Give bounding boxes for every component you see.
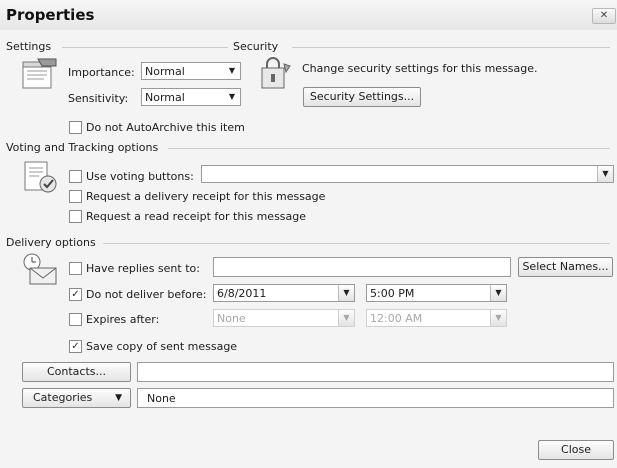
- importance-select[interactable]: Normal ▼: [141, 62, 241, 80]
- do-not-deliver-checkbox[interactable]: ✓: [69, 288, 82, 301]
- delivery-heading: Delivery options: [6, 236, 96, 249]
- sensitivity-select[interactable]: Normal ▼: [141, 88, 241, 106]
- chevron-down-icon: ▼: [597, 166, 613, 182]
- settings-divider: [62, 47, 228, 48]
- have-replies-checkbox[interactable]: [69, 262, 82, 275]
- do-not-deliver-label: Do not deliver before:: [86, 288, 207, 301]
- categories-value: None: [147, 392, 176, 405]
- delivery-receipt-checkbox[interactable]: [69, 190, 82, 203]
- properties-dialog: Properties ✕ Settings Importance: Normal…: [0, 0, 617, 468]
- chevron-down-icon: ▼: [490, 310, 506, 326]
- sensitivity-value: Normal: [145, 91, 185, 104]
- have-replies-label: Have replies sent to:: [86, 262, 200, 275]
- expires-checkbox[interactable]: [69, 313, 82, 326]
- lock-icon: [261, 57, 291, 89]
- save-copy-label: Save copy of sent message: [86, 340, 238, 353]
- deliver-date-picker[interactable]: 6/8/2011 ▼: [213, 284, 355, 302]
- autoarchive-label: Do not AutoArchive this item: [86, 121, 245, 134]
- voting-divider: [168, 148, 610, 149]
- expires-time-value: 12:00 AM: [370, 312, 423, 325]
- use-voting-checkbox[interactable]: [69, 170, 82, 183]
- voting-options-select[interactable]: ▼: [201, 165, 614, 183]
- expires-date-value: None: [217, 312, 246, 325]
- contacts-button[interactable]: Contacts...: [22, 362, 131, 382]
- message-settings-icon: [22, 58, 57, 89]
- autoarchive-checkbox[interactable]: [69, 121, 82, 134]
- read-receipt-checkbox[interactable]: [69, 210, 82, 223]
- contacts-input[interactable]: [137, 362, 614, 382]
- settings-heading: Settings: [6, 40, 52, 53]
- categories-button[interactable]: Categories ▼: [22, 388, 131, 408]
- expires-date-picker[interactable]: None ▼: [213, 309, 355, 327]
- security-description: Change security settings for this messag…: [302, 62, 538, 75]
- save-copy-checkbox[interactable]: ✓: [69, 340, 82, 353]
- close-icon[interactable]: ✕: [592, 8, 616, 24]
- chevron-down-icon: ▼: [490, 285, 506, 301]
- security-heading: Security: [233, 40, 279, 53]
- read-receipt-label: Request a read receipt for this message: [86, 210, 307, 223]
- voting-icon: [24, 161, 57, 193]
- deliver-date-value: 6/8/2011: [217, 287, 267, 300]
- deliver-time-select[interactable]: 5:00 PM ▼: [366, 284, 507, 302]
- select-names-button[interactable]: Select Names...: [518, 257, 613, 277]
- chevron-down-icon: ▼: [228, 92, 236, 101]
- delivery-divider: [103, 243, 610, 244]
- replies-to-input[interactable]: [213, 257, 511, 277]
- use-voting-label: Use voting buttons:: [86, 170, 194, 183]
- chevron-down-icon: ▼: [228, 66, 236, 75]
- importance-value: Normal: [145, 65, 185, 78]
- expires-time-select[interactable]: 12:00 AM ▼: [366, 309, 507, 327]
- title-bar: Properties ✕: [0, 0, 617, 30]
- importance-label: Importance:: [68, 66, 135, 79]
- expires-label: Expires after:: [86, 313, 160, 326]
- sensitivity-label: Sensitivity:: [68, 92, 129, 105]
- chevron-down-icon: ▼: [115, 393, 122, 403]
- dialog-title: Properties: [6, 6, 95, 24]
- deliver-time-value: 5:00 PM: [370, 287, 415, 300]
- delivery-receipt-label: Request a delivery receipt for this mess…: [86, 190, 326, 203]
- categories-input[interactable]: None: [137, 388, 614, 408]
- categories-button-label: Categories: [33, 391, 93, 404]
- security-settings-button[interactable]: Security Settings...: [303, 87, 421, 107]
- close-button[interactable]: Close: [538, 440, 614, 460]
- security-divider: [292, 47, 610, 48]
- voting-heading: Voting and Tracking options: [6, 141, 159, 154]
- chevron-down-icon: ▼: [338, 285, 354, 301]
- chevron-down-icon: ▼: [338, 310, 354, 326]
- delivery-envelope-icon: [23, 253, 57, 285]
